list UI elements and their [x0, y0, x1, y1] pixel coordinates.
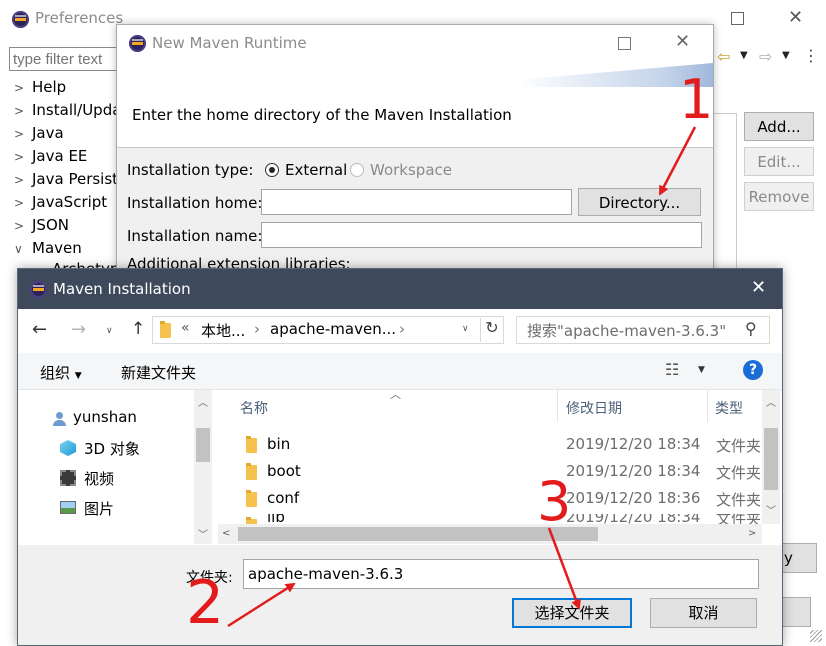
annotation-number-3: 3	[537, 470, 572, 533]
annotation-arrow-2	[227, 582, 296, 628]
annotation-number-2: 2	[186, 568, 225, 638]
annotation-number-1: 1	[679, 68, 714, 131]
annotation-arrow-1	[658, 126, 697, 196]
annotation-arrow-3	[547, 527, 581, 610]
